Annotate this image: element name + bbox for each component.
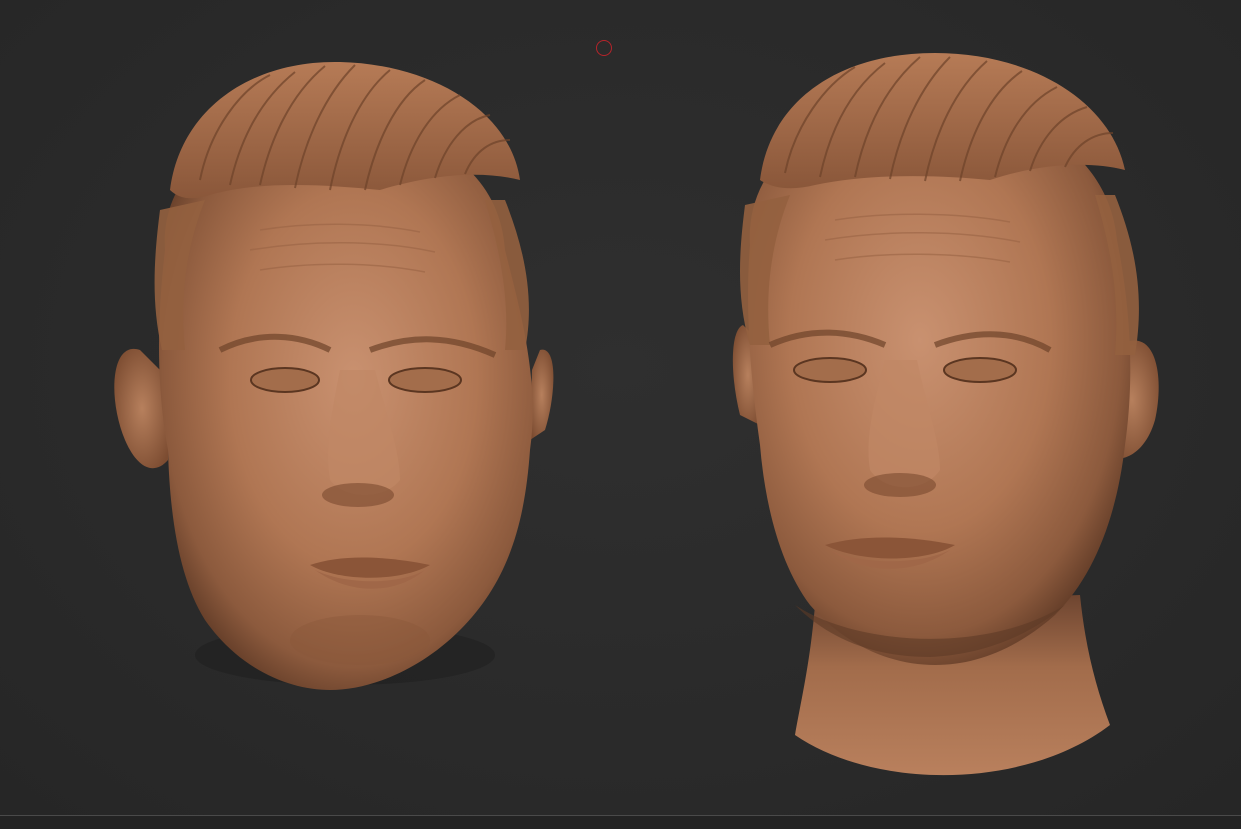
eye-left <box>250 367 320 393</box>
sculpted-head-icon[interactable] <box>100 50 560 700</box>
eye-left <box>793 357 867 383</box>
canvas-viewport[interactable] <box>0 0 1241 815</box>
eye-right <box>943 357 1017 383</box>
face <box>748 104 1131 665</box>
ear-right <box>530 349 554 440</box>
status-bar <box>0 815 1241 829</box>
sculpted-head-neck-icon[interactable] <box>725 45 1175 805</box>
eye-right <box>388 367 462 393</box>
brush-cursor-icon <box>596 40 612 56</box>
